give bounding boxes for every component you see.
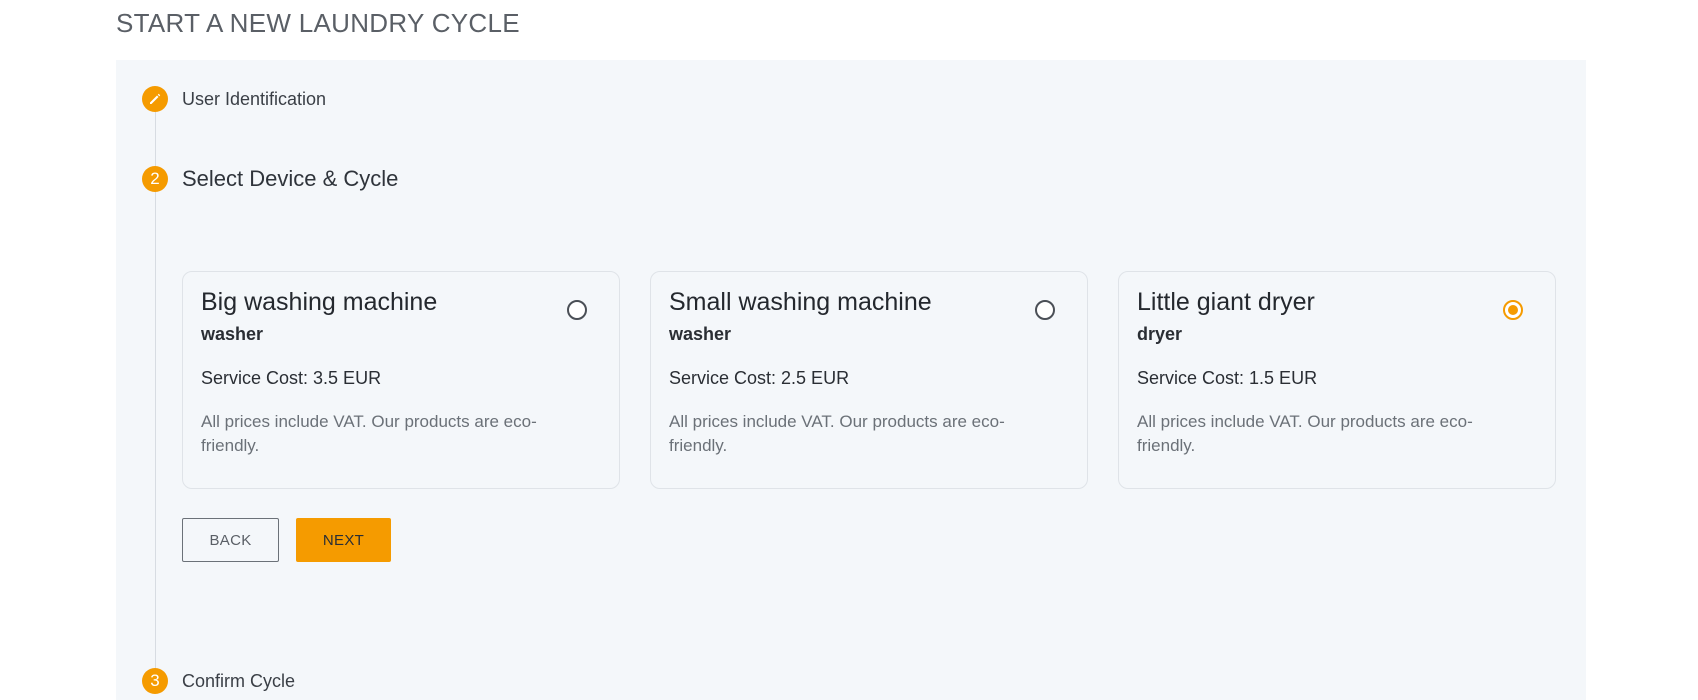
device-radio-small-washer[interactable]: [1035, 300, 1055, 320]
device-name: Big washing machine: [201, 288, 438, 316]
step-3-badge: 3: [142, 668, 168, 694]
device-type: washer: [669, 324, 732, 344]
device-radio-big-washer[interactable]: [567, 300, 587, 320]
device-card-small-washer[interactable]: Small washing machine washer Service Cos…: [650, 271, 1088, 489]
device-note: All prices include VAT. Our products are…: [1137, 412, 1473, 455]
device-cost: Service Cost: 2.5 EUR: [669, 368, 850, 388]
step-3-label: Confirm Cycle: [182, 670, 296, 691]
device-card-dryer[interactable]: Little giant dryer dryer Service Cost: 1…: [1118, 271, 1556, 489]
device-card-big-washer[interactable]: Big washing machine washer Service Cost:…: [182, 271, 620, 489]
device-note: All prices include VAT. Our products are…: [669, 412, 1005, 455]
device-name: Small washing machine: [669, 288, 932, 316]
step-user-identification[interactable]: User Identification: [142, 86, 326, 112]
next-button[interactable]: NEXT: [296, 518, 391, 562]
device-cost: Service Cost: 1.5 EUR: [1137, 368, 1318, 388]
step-connector-line: [155, 112, 156, 672]
device-cost: Service Cost: 3.5 EUR: [201, 368, 382, 388]
step-1-badge: [142, 86, 168, 112]
device-name: Little giant dryer: [1137, 288, 1315, 316]
pencil-icon: [150, 93, 161, 104]
step-2-badge: 2: [142, 166, 168, 192]
back-button[interactable]: BACK: [182, 518, 279, 562]
page-title: START A NEW LAUNDRY CYCLE: [116, 8, 520, 38]
step-1-label: User Identification: [182, 88, 327, 109]
device-type: washer: [201, 324, 264, 344]
step-confirm-cycle[interactable]: 3 Confirm Cycle: [142, 668, 295, 694]
step-select-device[interactable]: 2 Select Device & Cycle: [142, 166, 398, 192]
device-type: dryer: [1137, 324, 1183, 344]
step-2-label: Select Device & Cycle: [182, 166, 399, 191]
device-radio-dryer[interactable]: [1503, 300, 1523, 320]
device-note: All prices include VAT. Our products are…: [201, 412, 537, 455]
